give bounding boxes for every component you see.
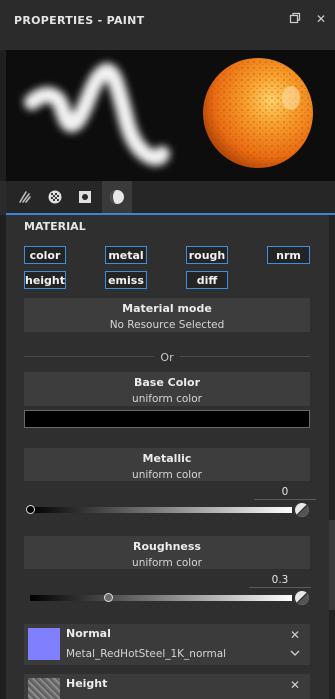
metallic-subtitle: uniform color <box>132 469 202 481</box>
or-label: Or <box>160 351 174 364</box>
channel-nrm-button[interactable]: nrm <box>267 246 310 264</box>
metallic-value-field[interactable]: 0 <box>254 486 316 500</box>
roughness-subtitle: uniform color <box>132 557 202 569</box>
material-mode-box[interactable]: Material mode No Resource Selected <box>24 298 310 332</box>
material-mode-value: No Resource Selected <box>109 319 225 331</box>
roughness-title: Roughness <box>133 540 201 553</box>
height-texture-thumbnail <box>28 678 60 699</box>
metallic-header[interactable]: Metallic uniform color <box>24 448 310 481</box>
base-color-subtitle: uniform color <box>132 393 202 405</box>
tool-tabs <box>6 181 335 215</box>
metallic-slider-track[interactable] <box>30 507 292 513</box>
height-title: Height <box>66 677 108 690</box>
normal-dropdown-chevron-icon[interactable] <box>290 646 300 660</box>
material-icon <box>110 190 124 204</box>
scrollbar-thumb[interactable] <box>329 520 335 610</box>
metallic-slider-knob[interactable] <box>25 505 35 514</box>
metallic-title: Metallic <box>142 452 192 465</box>
base-color-swatch[interactable] <box>24 410 310 428</box>
channel-diff-button[interactable]: diff <box>186 271 228 289</box>
channel-height-button[interactable]: height <box>24 271 66 289</box>
metallic-reset-icon[interactable] <box>295 503 309 517</box>
restore-icon[interactable] <box>288 12 302 26</box>
roughness-value-field[interactable]: 0.3 <box>249 574 311 588</box>
height-clear-icon[interactable]: ✕ <box>290 678 300 692</box>
tab-material[interactable] <box>102 181 132 213</box>
channel-color-button[interactable]: color <box>24 246 66 264</box>
close-panel-button[interactable]: ✕ <box>314 12 328 26</box>
checker-sphere-icon <box>48 190 62 204</box>
channel-emiss-button[interactable]: emiss <box>105 271 147 289</box>
base-color-header[interactable]: Base Color uniform color <box>24 372 310 406</box>
normal-title: Normal <box>66 627 111 640</box>
base-color-title: Base Color <box>133 376 201 389</box>
material-sphere-preview <box>203 58 313 168</box>
normal-texture-name: Metal_RedHotSteel_1K_normal <box>66 648 227 660</box>
panel-title: PROPERTIES - PAINT <box>14 14 145 27</box>
material-mode-title: Material mode <box>122 302 212 315</box>
normal-clear-icon[interactable]: ✕ <box>290 628 300 642</box>
scrollbar[interactable] <box>329 215 335 699</box>
material-preview <box>6 50 335 181</box>
tab-alpha[interactable] <box>40 181 70 213</box>
roughness-slider-track[interactable] <box>30 595 292 601</box>
brush-icon <box>19 191 31 203</box>
normal-texture-thumbnail <box>28 628 60 660</box>
tab-stencil[interactable] <box>70 181 100 213</box>
height-texture-row[interactable]: Height ✕ <box>24 674 310 699</box>
square-dot-icon <box>79 191 91 203</box>
tab-brush[interactable] <box>10 181 40 213</box>
channel-rough-button[interactable]: rough <box>186 246 228 264</box>
roughness-reset-icon[interactable] <box>295 591 309 605</box>
roughness-header[interactable]: Roughness uniform color <box>24 536 310 569</box>
material-section-title: MATERIAL <box>24 220 86 233</box>
normal-texture-row[interactable]: Normal Metal_RedHotSteel_1K_normal ✕ <box>24 624 310 665</box>
channel-metal-button[interactable]: metal <box>105 246 147 264</box>
